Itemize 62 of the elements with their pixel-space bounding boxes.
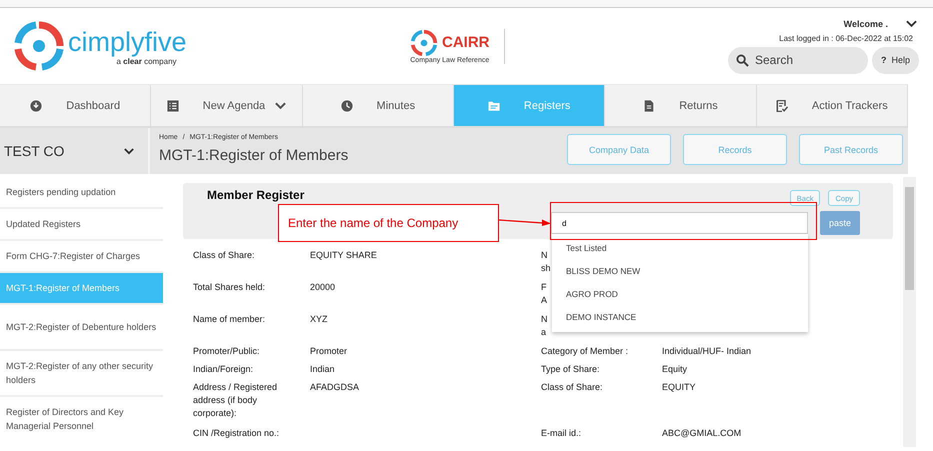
- field-value: Indian: [310, 363, 336, 376]
- field-label: N a: [541, 313, 548, 339]
- logo-wordmark: cimplyfive: [68, 26, 187, 56]
- annotation-callout: Enter the name of the Company: [278, 204, 499, 242]
- search-field[interactable]: Search: [728, 46, 868, 74]
- nav-tab[interactable]: Dashboard: [0, 85, 152, 126]
- nav-tab[interactable]: Returns: [605, 85, 757, 126]
- field-label: Indian/Foreign:: [193, 363, 254, 376]
- field-label: Class of Share:: [193, 249, 256, 262]
- field-value: Promoter: [310, 345, 348, 358]
- field-value: Individual/HUF- Indian: [662, 345, 752, 358]
- field-label: CIN /Registration no.:: [193, 427, 280, 440]
- field-value: XYZ: [310, 313, 329, 326]
- field-label: Type of Share:: [541, 363, 600, 376]
- field-label: Promoter/Public:: [193, 345, 261, 358]
- sidebar-item[interactable]: Form CHG-7:Register of Charges: [0, 241, 163, 271]
- field-value: EQUITY: [662, 381, 697, 394]
- sidebar-item[interactable]: MGT-2:Register of Debenture holders: [0, 305, 163, 349]
- partner-logo-icon: [410, 28, 438, 56]
- sidebar-item[interactable]: MGT-2:Register of any other security holders: [0, 351, 163, 395]
- suggestion-item[interactable]: BLISS DEMO NEW: [552, 266, 808, 276]
- sidebar-item[interactable]: Register of Directors and Key Managerial Personnel: [0, 397, 163, 441]
- chevron-down-icon: [124, 148, 134, 154]
- search-icon: [736, 54, 749, 66]
- field-value: 20000: [310, 281, 336, 294]
- list-icon: [166, 100, 179, 112]
- help-button[interactable]: ? Help: [872, 46, 919, 74]
- field-value: EQUITY SHARE: [310, 249, 378, 262]
- scrollbar[interactable]: [903, 177, 916, 447]
- last-login-text: Last logged in : 06-Dec-2022 at 15:02: [779, 34, 913, 42]
- logo-icon: [14, 21, 64, 71]
- company-name-field[interactable]: d: [551, 212, 808, 234]
- field-label: N sh: [541, 249, 551, 275]
- field-value: AFADGDSA: [310, 381, 360, 394]
- checklist-icon: [776, 100, 788, 112]
- sidebar-item[interactable]: Registers pending updation: [0, 177, 163, 207]
- field-label: E-mail id.:: [541, 427, 582, 440]
- field-label: F A: [541, 281, 548, 307]
- suggestion-item[interactable]: Test Listed: [552, 242, 808, 252]
- annotation-arrow: [499, 218, 551, 226]
- company-dropdown[interactable]: TEST CO: [0, 128, 150, 174]
- clock-icon: [340, 100, 353, 112]
- field-label: Total Shares held:: [193, 281, 266, 294]
- sidebar-item[interactable]: Updated Registers: [0, 209, 163, 239]
- welcome-text: Welcome .: [844, 18, 888, 28]
- document-icon: [643, 100, 656, 112]
- suggestion-item[interactable]: DEMO INSTANCE: [552, 312, 808, 322]
- field-label: Name of member:: [193, 313, 266, 326]
- panel-title: Member Register: [207, 188, 304, 202]
- field-label: Category of Member :: [541, 345, 628, 358]
- field-value: Equity: [662, 363, 688, 376]
- field-label: Class of Share:: [541, 381, 603, 394]
- nav-tab[interactable]: Action Trackers: [756, 85, 908, 126]
- partner-name: CAIRR: [442, 34, 490, 51]
- field-value: ABC@GMIAL.COM: [662, 427, 742, 440]
- suggestion-item[interactable]: AGRO PROD: [552, 288, 808, 298]
- page-title: MGT-1:Register of Members: [159, 147, 348, 164]
- field-label: Address / Registered address (if body corporate):: [193, 381, 278, 420]
- chevron-down-icon[interactable]: [906, 20, 917, 28]
- folder-icon: [488, 100, 500, 112]
- nav-tab[interactable]: New Agenda: [151, 85, 303, 126]
- logo-tagline: a clear company: [116, 56, 177, 66]
